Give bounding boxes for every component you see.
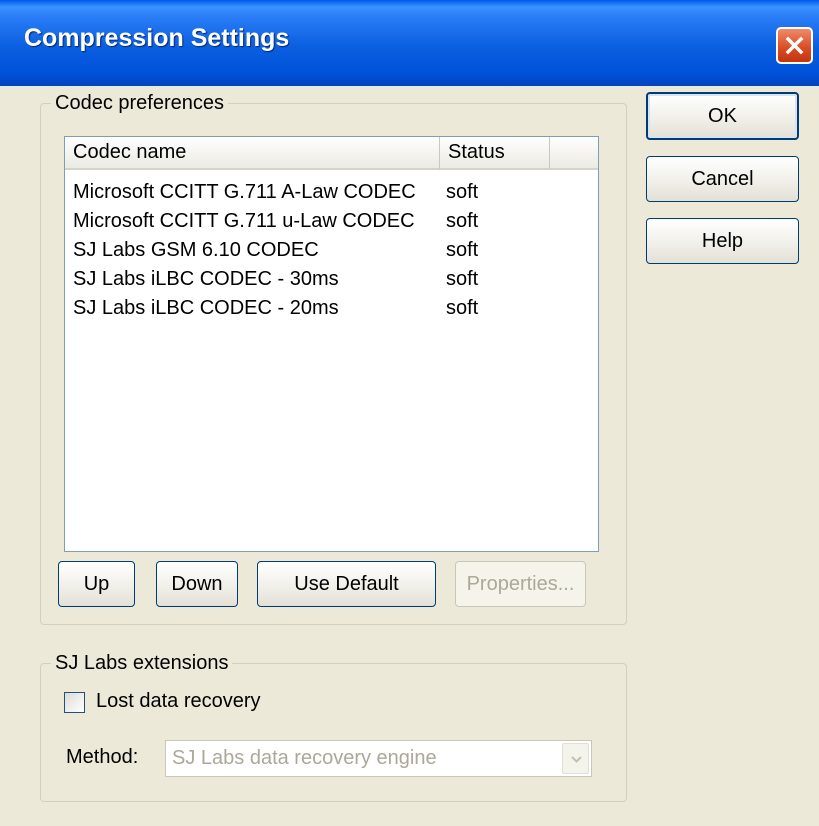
- dropdown-button[interactable]: [562, 743, 589, 774]
- list-item[interactable]: SJ Labs GSM 6.10 CODEC soft: [65, 236, 598, 265]
- codec-name: Microsoft CCITT G.711 u-Law CODEC: [73, 210, 415, 232]
- help-button[interactable]: Help: [646, 218, 799, 264]
- method-dropdown[interactable]: SJ Labs data recovery engine: [165, 740, 592, 777]
- close-icon: [785, 36, 804, 55]
- ok-button[interactable]: OK: [646, 92, 799, 140]
- codec-status: soft: [446, 210, 479, 232]
- codec-name: SJ Labs iLBC CODEC - 20ms: [73, 297, 339, 319]
- down-button[interactable]: Down: [156, 561, 238, 607]
- properties-button[interactable]: Properties...: [455, 561, 586, 607]
- title-bar[interactable]: Compression Settings: [0, 0, 819, 86]
- column-header-codec-name[interactable]: Codec name: [65, 137, 440, 170]
- method-label: Method:: [66, 746, 139, 768]
- compression-settings-dialog: Compression Settings Codec preferences C…: [0, 0, 819, 826]
- use-default-button[interactable]: Use Default: [257, 561, 436, 607]
- lost-data-recovery-label[interactable]: Lost data recovery: [96, 690, 261, 713]
- codec-status: soft: [446, 239, 479, 261]
- list-item[interactable]: Microsoft CCITT G.711 A-Law CODEC soft: [65, 178, 598, 207]
- cancel-button[interactable]: Cancel: [646, 156, 799, 202]
- list-item[interactable]: SJ Labs iLBC CODEC - 30ms soft: [65, 265, 598, 294]
- chevron-down-icon: [571, 756, 582, 763]
- window-title: Compression Settings: [24, 24, 290, 52]
- codec-status: soft: [446, 297, 479, 319]
- codec-name: Microsoft CCITT G.711 A-Law CODEC: [73, 181, 416, 203]
- list-item[interactable]: SJ Labs iLBC CODEC - 20ms soft: [65, 294, 598, 323]
- list-item[interactable]: Microsoft CCITT G.711 u-Law CODEC soft: [65, 207, 598, 236]
- column-header-filler: [550, 137, 598, 170]
- codec-status: soft: [446, 268, 479, 290]
- codec-name: SJ Labs iLBC CODEC - 30ms: [73, 268, 339, 290]
- sj-labs-extensions-legend: SJ Labs extensions: [51, 651, 233, 675]
- close-button[interactable]: [776, 27, 813, 64]
- codec-status: soft: [446, 181, 479, 203]
- codec-list[interactable]: Codec name Status Microsoft CCITT G.711 …: [64, 136, 599, 552]
- sj-labs-extensions-group: SJ Labs extensions: [40, 651, 627, 802]
- method-value: SJ Labs data recovery engine: [172, 747, 437, 769]
- codec-preferences-legend: Codec preferences: [51, 91, 228, 115]
- codec-name: SJ Labs GSM 6.10 CODEC: [73, 239, 319, 261]
- lost-data-recovery-checkbox[interactable]: [64, 692, 85, 713]
- column-header-status[interactable]: Status: [440, 137, 550, 170]
- up-button[interactable]: Up: [58, 561, 135, 607]
